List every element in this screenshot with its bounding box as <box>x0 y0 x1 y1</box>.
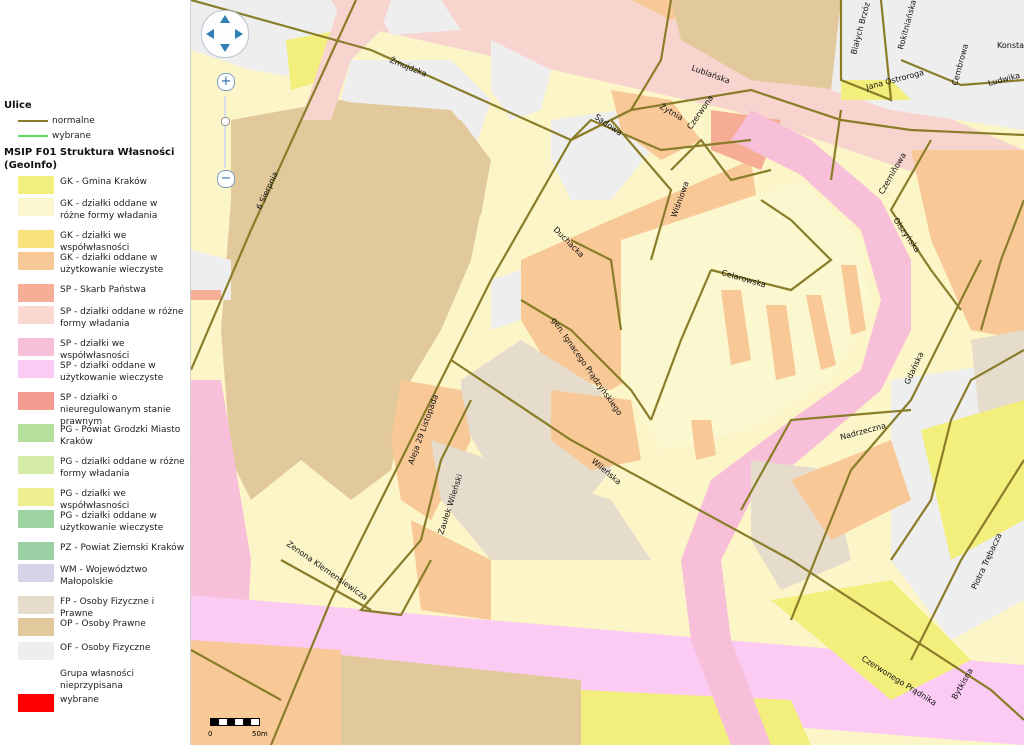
legend-ownership-item: SP - działki oddane w różne formy władan… <box>18 306 190 330</box>
legend-ownership-item: Grupa własności nieprzypisana <box>18 668 190 692</box>
legend-ownership-label: GK - Gmina Kraków <box>60 177 148 187</box>
legend-swatch <box>18 596 54 614</box>
scale-start-label: 0 <box>208 730 213 738</box>
legend-swatch <box>18 198 54 216</box>
legend-ownership-label: OF - Osoby Fizyczne <box>60 643 151 653</box>
legend-ownership-item: wybrane <box>18 694 190 712</box>
legend-ownership-item: SP - działki we współwłasności <box>18 338 190 362</box>
legend-ownership-label: PG - działki oddane w użytkowanie wieczy… <box>60 511 164 533</box>
legend-swatch <box>18 510 54 528</box>
legend-ownership-label: SP - działki we współwłasności <box>60 339 130 361</box>
legend-ownership-label: SP - działki oddane w różne formy władan… <box>60 307 184 329</box>
legend-ownership-label: OP - Osoby Prawne <box>60 619 146 629</box>
legend-swatch <box>18 360 54 378</box>
street-label-18: Konstan <box>997 41 1024 50</box>
legend-ownership-item: PZ - Powiat Ziemski Kraków <box>18 542 190 560</box>
legend-swatch <box>18 424 54 442</box>
legend-ownership-label: PZ - Powiat Ziemski Kraków <box>60 543 185 553</box>
parcel-of-5 <box>491 270 521 330</box>
zoom-out-button[interactable]: − <box>217 170 235 188</box>
legend-ownership-item: FP - Osoby Fizyczne i Prawne <box>18 596 190 620</box>
legend-ownership-label: PG - działki oddane w różne formy władan… <box>60 457 185 479</box>
legend-swatch <box>18 564 54 582</box>
legend-ownership-item: OF - Osoby Fizyczne <box>18 642 190 660</box>
legend-swatch <box>18 176 54 194</box>
legend-ownership-label: SP - Skarb Państwa <box>60 285 147 295</box>
legend-ownership-item: OP - Osoby Prawne <box>18 618 190 636</box>
legend-streets-title: Ulice <box>4 100 32 111</box>
legend-ownership-item: PG - Powiat Grodzki Miasto Kraków <box>18 424 190 448</box>
zoom-in-button[interactable]: + <box>217 73 235 91</box>
map-canvas[interactable]: Żmujdzka Lublańska 6 Sierpnia Sadowa Żyt… <box>191 0 1024 745</box>
legend-ownership-label: SP - działki oddane w użytkowanie wieczy… <box>60 361 164 383</box>
map-legend: Ulice normalne wybrane MSIP F01 Struktura W… <box>0 0 191 745</box>
legend-ownership-label: SP - działki o nieuregulowanym stanie pr… <box>60 393 171 427</box>
legend-line-swatch <box>18 120 48 122</box>
legend-swatch <box>18 252 54 270</box>
legend-street-label: wybrane <box>52 131 91 141</box>
legend-swatch <box>18 456 54 474</box>
legend-ownership-label: GK - działki oddane w użytkowanie wieczy… <box>60 253 164 275</box>
scale-end-label: 50m <box>252 730 268 738</box>
legend-street-item: wybrane <box>18 129 91 143</box>
legend-swatch <box>18 284 54 302</box>
legend-ownership-item: GK - Gmina Kraków <box>18 176 190 194</box>
legend-ownership-label: WM - Województwo Małopolskie <box>60 565 148 587</box>
legend-ownership-label: wybrane <box>60 695 99 705</box>
legend-ownership-item: GK - działki we współwłasności <box>18 230 190 254</box>
pan-up-icon[interactable] <box>220 15 230 23</box>
legend-ownership-title: MSIP F01 Struktura Własności (GeoInfo) <box>4 147 175 171</box>
legend-ownership-item: GK - działki oddane w różne formy władan… <box>18 198 190 222</box>
pan-control[interactable] <box>201 10 249 58</box>
legend-swatch <box>18 230 54 248</box>
legend-ownership-label: FP - Osoby Fizyczne i Prawne <box>60 597 155 619</box>
legend-ownership-item: SP - działki oddane w użytkowanie wieczy… <box>18 360 190 384</box>
parcel-sp-left <box>191 290 221 300</box>
scale-bar-graphic <box>210 718 260 726</box>
legend-line-swatch <box>18 135 48 137</box>
legend-ownership-label: Grupa własności nieprzypisana <box>60 669 134 691</box>
legend-swatch <box>18 392 54 410</box>
pan-left-icon[interactable] <box>206 29 214 39</box>
legend-ownership-item: WM - Województwo Małopolskie <box>18 564 190 588</box>
legend-swatch <box>18 488 54 506</box>
legend-street-label: normalne <box>52 116 95 126</box>
legend-ownership-item: PG - działki we współwłasności <box>18 488 190 512</box>
legend-ownership-item: PG - działki oddane w różne formy władan… <box>18 456 190 480</box>
legend-ownership-label: PG - Powiat Grodzki Miasto Kraków <box>60 425 181 447</box>
legend-ownership-item: PG - działki oddane w użytkowanie wieczy… <box>18 510 190 534</box>
pan-down-icon[interactable] <box>220 44 230 52</box>
map-svg[interactable]: Żmujdzka Lublańska 6 Sierpnia Sadowa Żyt… <box>191 0 1024 745</box>
legend-swatch <box>18 694 54 712</box>
zoom-slider-handle[interactable] <box>221 117 230 126</box>
legend-swatch <box>18 338 54 356</box>
legend-ownership-label: GK - działki oddane w różne formy władan… <box>60 199 158 221</box>
pan-right-icon[interactable] <box>235 29 243 39</box>
legend-ownership-label: GK - działki we współwłasności <box>60 231 130 253</box>
legend-swatch <box>18 642 54 660</box>
scale-bar: 0 50m <box>206 714 276 742</box>
legend-ownership-item: SP - działki o nieuregulowanym stanie pr… <box>18 392 190 428</box>
legend-ownership-item: GK - działki oddane w użytkowanie wieczy… <box>18 252 190 276</box>
legend-ownership-item: SP - Skarb Państwa <box>18 284 190 302</box>
legend-swatch <box>18 618 54 636</box>
legend-ownership-label: PG - działki we współwłasności <box>60 489 130 511</box>
legend-street-item: normalne <box>18 114 95 128</box>
legend-swatch <box>18 306 54 324</box>
legend-swatch <box>18 542 54 560</box>
zoom-slider-track[interactable] <box>224 96 226 168</box>
legend-swatch <box>18 668 54 686</box>
